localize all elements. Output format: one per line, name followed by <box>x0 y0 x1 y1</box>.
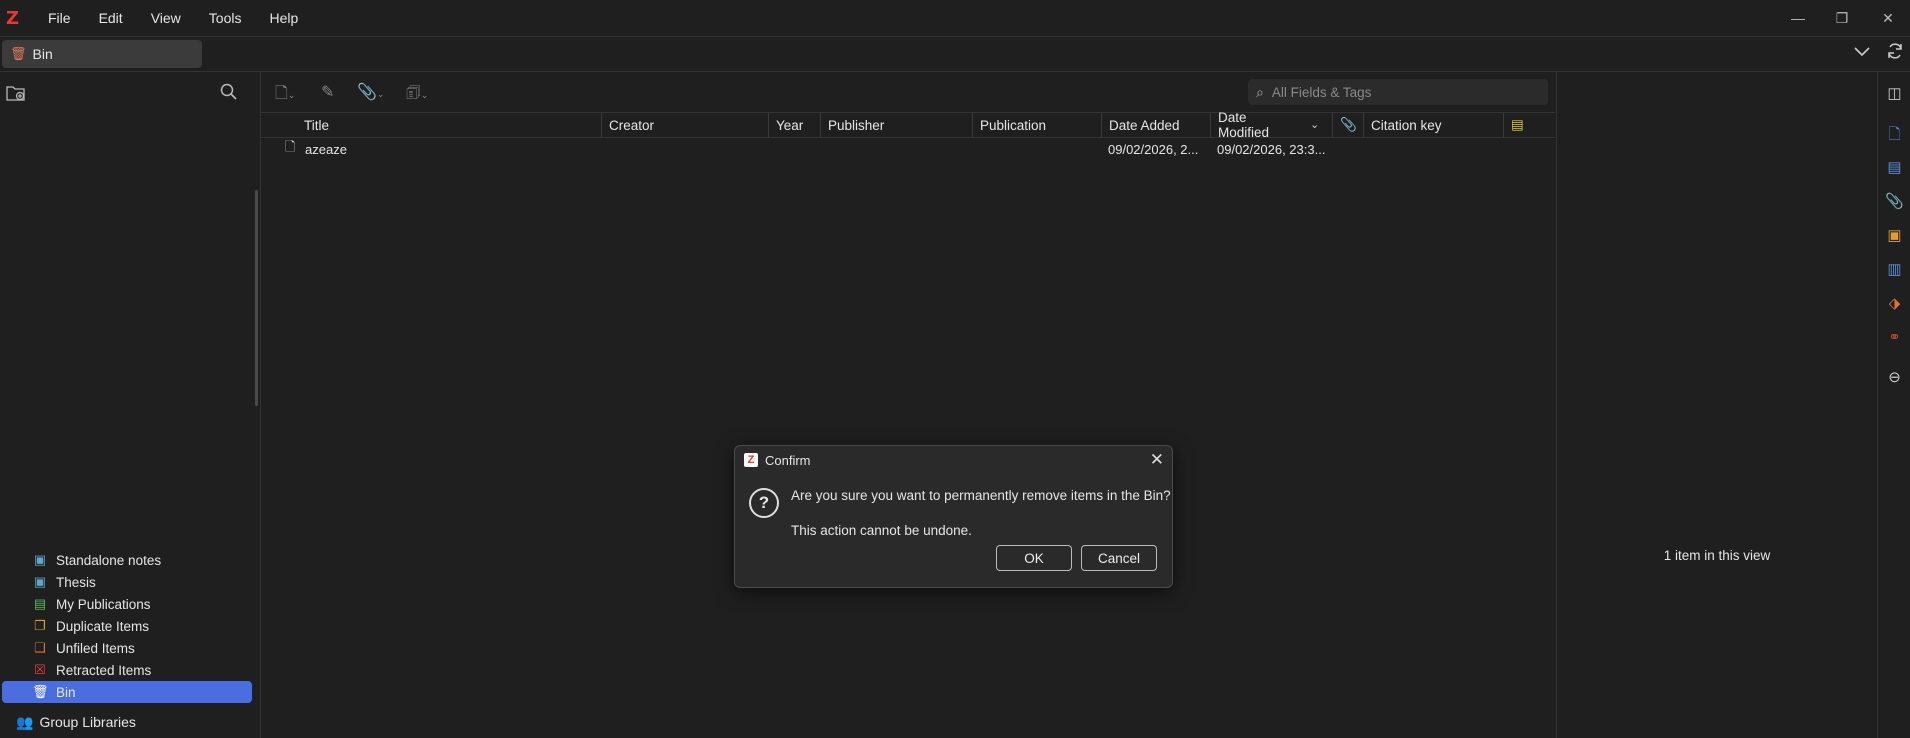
group-libraries-label: Group Libraries <box>39 714 136 730</box>
document-icon: 🗋 <box>285 139 296 154</box>
table-row[interactable]: 🗋 azeaze 09/02/2026, 2... 09/02/2026, 23… <box>261 138 1555 160</box>
search-placeholder: All Fields & Tags <box>1271 84 1372 100</box>
ok-button[interactable]: OK <box>996 545 1072 571</box>
collection-label: Retracted Items <box>56 662 152 678</box>
collection-label: Bin <box>56 684 76 700</box>
menu-file[interactable]: File <box>34 10 85 26</box>
title-bar: Z File Edit View Tools Help — ❐ ✕ <box>0 0 1910 37</box>
notes-icon: ▤ <box>1511 117 1524 132</box>
tab-bin[interactable]: 🗑 Bin <box>2 40 202 68</box>
toggle-pane-icon[interactable]: ◫ <box>1878 84 1910 102</box>
sort-chevron-icon[interactable]: ⌄ <box>1310 118 1319 131</box>
cancel-button[interactable]: Cancel <box>1081 545 1157 571</box>
close-window-button[interactable]: ✕ <box>1866 0 1910 36</box>
collection-label: My Publications <box>56 596 151 612</box>
collection-duplicate-items[interactable]: ❐ Duplicate Items <box>0 615 252 637</box>
column-year[interactable]: Year <box>768 113 820 137</box>
collection-thesis[interactable]: ▣ Thesis <box>0 571 252 593</box>
dialog-title: Confirm <box>765 453 811 468</box>
menu-view[interactable]: View <box>137 10 195 26</box>
item-count-message: 1 item in this view <box>1663 548 1771 563</box>
notes-icon[interactable]: ▣ <box>1878 226 1910 244</box>
restore-button[interactable]: ❐ <box>1820 0 1864 36</box>
column-citation-key[interactable]: Citation key <box>1363 113 1503 137</box>
bin-icon: 🗑 <box>32 684 49 699</box>
menu-edit[interactable]: Edit <box>85 10 137 26</box>
abstract-icon[interactable]: ▤ <box>1878 158 1910 176</box>
column-publisher[interactable]: Publisher <box>820 113 972 137</box>
sync-icon[interactable] <box>1886 42 1904 65</box>
collection-label: Thesis <box>56 574 96 590</box>
publications-icon: ▤ <box>33 596 47 611</box>
locate-icon[interactable]: ⊖ <box>1878 368 1910 386</box>
bin-icon: 🗑 <box>10 46 27 61</box>
group-icon: 👥 <box>16 713 34 730</box>
column-date-added[interactable]: Date Added <box>1101 113 1210 137</box>
column-publication[interactable]: Publication <box>972 113 1101 137</box>
item-date-modified: 09/02/2026, 23:3... <box>1217 141 1326 157</box>
dialog-submessage: This action cannot be undone. <box>791 523 972 538</box>
column-headers: Title Creator Year Publisher Publication… <box>261 110 1555 140</box>
collection-my-publications[interactable]: ▤ My Publications <box>0 593 252 615</box>
item-date-added: 09/02/2026, 2... <box>1108 141 1199 157</box>
column-attachments[interactable]: 📎 <box>1332 113 1363 137</box>
libraries-collections-icon[interactable]: ▥ <box>1878 260 1910 278</box>
collection-bin[interactable]: 🗑 Bin <box>2 681 252 703</box>
new-item-icon[interactable]: 🗋⌄ <box>275 82 295 109</box>
column-date-modified[interactable]: Date Modified <box>1210 110 1296 140</box>
menu-tools[interactable]: Tools <box>195 10 256 26</box>
collection-unfiled-items[interactable]: ❏ Unfiled Items <box>0 637 252 659</box>
collections-scrollbar[interactable] <box>255 190 258 406</box>
collection-label: Unfiled Items <box>56 640 135 656</box>
attachments-icon[interactable]: 📎 <box>1878 192 1910 210</box>
item-pane: 1 item in this view <box>1556 72 1877 738</box>
tab-bar: 🗑 Bin <box>0 37 1910 72</box>
dialog-message: Are you sure you want to permanently rem… <box>791 488 1171 503</box>
add-by-identifier-icon[interactable]: ✎ <box>321 82 334 102</box>
search-icon[interactable] <box>220 83 238 106</box>
tabs-menu-chevron-icon[interactable] <box>1854 44 1870 62</box>
collection-retracted-items[interactable]: ☒ Retracted Items <box>0 659 252 681</box>
tab-label: Bin <box>32 46 53 62</box>
duplicate-icon: ❐ <box>34 618 46 633</box>
close-icon[interactable]: ✕ <box>1150 450 1164 470</box>
minimize-button[interactable]: — <box>1776 0 1820 36</box>
zotero-logo-icon: Z <box>744 453 758 467</box>
question-icon: ? <box>749 488 779 518</box>
collection-label: Standalone notes <box>56 552 162 568</box>
confirm-dialog: Z Confirm ✕ ? Are you sure you want to p… <box>734 445 1173 588</box>
column-title[interactable]: Title <box>297 113 561 137</box>
item-title: azeaze <box>305 141 347 157</box>
info-icon[interactable]: 🗋 <box>1878 124 1910 149</box>
collection-standalone-notes[interactable]: ▣ Standalone notes <box>0 549 252 571</box>
items-pane: 🗋⌄ ✎ 📎⌄ 🗊⌄ ⌕ All Fields & Tags Title Cre… <box>261 72 1555 738</box>
menu-help[interactable]: Help <box>255 10 312 26</box>
new-note-icon[interactable]: 🗊⌄ <box>406 82 428 109</box>
group-libraries-header[interactable]: 👥 Group Libraries <box>0 711 136 733</box>
zotero-logo: Z <box>6 8 20 29</box>
item-pane-sidenav: ◫ 🗋 ▤ 📎 ▣ ▥ ⬗ ⚭ ⊖ <box>1877 72 1910 738</box>
paperclip-icon: 📎 <box>1340 117 1357 132</box>
folder-saved-search-icon: ▣ <box>33 574 47 589</box>
related-icon[interactable]: ⚭ <box>1878 328 1910 346</box>
items-toolbar: 🗋⌄ ✎ 📎⌄ 🗊⌄ ⌕ All Fields & Tags <box>261 72 1555 113</box>
tags-icon[interactable]: ⬗ <box>1878 294 1910 312</box>
dialog-title-bar: Z Confirm ✕ <box>735 446 1172 476</box>
retracted-icon: ☒ <box>34 662 46 677</box>
column-notes[interactable]: ▤ <box>1503 113 1548 137</box>
add-attachment-icon[interactable]: 📎⌄ <box>357 82 384 102</box>
collections-pane: ▣ Standalone notes ▣ Thesis ▤ My Publica… <box>0 72 261 738</box>
column-creator[interactable]: Creator <box>601 113 769 137</box>
folder-saved-search-icon: ▣ <box>33 552 47 567</box>
collection-label: Duplicate Items <box>56 618 150 634</box>
search-field[interactable]: ⌕ All Fields & Tags <box>1248 79 1548 105</box>
search-icon: ⌕ <box>1256 83 1264 100</box>
unfiled-icon: ❏ <box>34 640 46 655</box>
new-collection-icon[interactable] <box>6 84 26 107</box>
menu-bar: File Edit View Tools Help <box>34 0 312 36</box>
